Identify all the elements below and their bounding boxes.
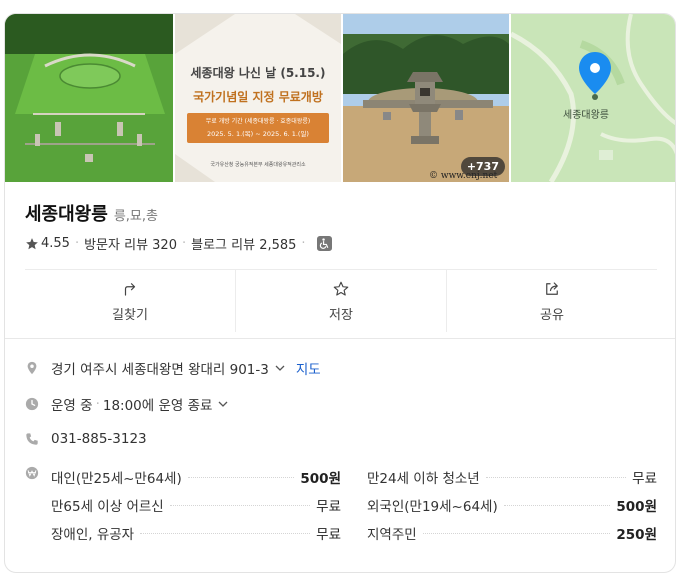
fee-value: 250원 bbox=[616, 527, 657, 543]
fee-item: 대인(만25세~만64세) 500원 bbox=[51, 467, 341, 487]
fee-value: 무료 bbox=[316, 527, 341, 543]
directions-label: 길찾기 bbox=[112, 307, 148, 323]
fee-value: 무료 bbox=[316, 499, 341, 515]
fee-label: 장애인, 유공자 bbox=[51, 527, 135, 543]
admission-fee-table: 대인(만25세~만64세) 500원 만24세 이하 청소년 무료 만65세 이… bbox=[51, 463, 657, 547]
blog-reviews-link[interactable]: 블로그 리뷰 2,585 bbox=[191, 234, 296, 253]
gallery-photo-2-poster[interactable]: 세종대왕 나신 날 (5.15.) 국가기념일 지정 무료개방 무료 개방 기간… bbox=[175, 14, 341, 182]
fee-label: 지역주민 bbox=[367, 527, 417, 543]
closing-time: 18:00에 운영 종료 bbox=[102, 398, 213, 414]
fee-label: 대인(만25세~만64세) bbox=[51, 471, 182, 487]
fee-value: 무료 bbox=[632, 471, 657, 487]
fee-leader-dots bbox=[187, 476, 295, 478]
fee-item: 지역주민 250원 bbox=[367, 523, 657, 543]
fee-leader-dots bbox=[169, 504, 311, 506]
fee-row: 장애인, 유공자 무료 지역주민 250원 bbox=[51, 519, 657, 547]
poster-footer: 국가유산청 궁능유적본부 세종대왕유적관리소 bbox=[210, 162, 306, 168]
action-bar: 길찾기 저장 공유 bbox=[25, 270, 657, 332]
place-meta: 4.55 · 방문자 리뷰 320 · 블로그 리뷰 2,585 · bbox=[25, 234, 332, 253]
fee-item: 외국인(만19세~64세) 500원 bbox=[367, 495, 657, 515]
gallery-photo-1[interactable] bbox=[5, 14, 173, 182]
share-icon bbox=[546, 281, 558, 295]
star-icon bbox=[26, 237, 38, 249]
map-link[interactable]: 지도 bbox=[296, 358, 321, 378]
poster-subtitle: 국가기념일 지정 무료개방 bbox=[193, 90, 323, 104]
map-place-label: 세종대왕릉 bbox=[563, 110, 609, 121]
fee-label: 만65세 이상 어르신 bbox=[51, 499, 164, 515]
divider bbox=[5, 338, 675, 339]
location-pin-icon bbox=[27, 361, 37, 375]
separator-dot: · bbox=[181, 236, 187, 251]
fee-item: 만65세 이상 어르신 무료 bbox=[51, 495, 341, 515]
gallery-photo-3[interactable]: © www.enj.net +737 bbox=[343, 14, 509, 182]
poster-title: 세종대왕 나신 날 (5.15.) bbox=[190, 66, 326, 80]
fee-leader-dots bbox=[140, 532, 311, 534]
address-row: 경기 여주시 세종대왕면 왕대리 901-3 지도 bbox=[25, 358, 321, 378]
hours-row: 운영 중 · 18:00에 운영 종료 bbox=[25, 394, 229, 414]
place-card: 세종대왕 나신 날 (5.15.) 국가기념일 지정 무료개방 무료 개방 기간… bbox=[4, 13, 676, 573]
more-photos-badge[interactable]: +737 bbox=[460, 157, 505, 176]
save-label: 저장 bbox=[329, 307, 353, 323]
chevron-down-icon[interactable] bbox=[274, 362, 286, 374]
fee-item: 만24세 이하 청소년 무료 bbox=[367, 467, 657, 487]
place-name[interactable]: 세종대왕릉 bbox=[25, 200, 108, 226]
save-button[interactable]: 저장 bbox=[235, 270, 446, 332]
fee-row: 만65세 이상 어르신 무료 외국인(만19세~64세) 500원 bbox=[51, 491, 657, 519]
poster-date-box: 무료 개방 기간 (세종대왕릉 · 효종대왕릉) 2025. 5. 1.(목) … bbox=[187, 113, 329, 143]
fee-leader-dots bbox=[485, 476, 627, 478]
fee-value: 500원 bbox=[300, 471, 341, 487]
place-category: 릉,묘,총 bbox=[113, 209, 158, 224]
separator-dot: · bbox=[95, 396, 100, 412]
share-button[interactable]: 공유 bbox=[446, 270, 657, 332]
fee-item: 장애인, 유공자 무료 bbox=[51, 523, 341, 543]
address-text: 경기 여주시 세종대왕면 왕대리 901-3 bbox=[51, 362, 269, 378]
directions-icon bbox=[124, 282, 136, 296]
clock-icon bbox=[25, 397, 39, 411]
poster-box-line1: 무료 개방 기간 (세종대왕릉 · 효종대왕릉) bbox=[205, 118, 311, 125]
phone-number[interactable]: 031-885-3123 bbox=[51, 431, 147, 447]
chevron-down-icon[interactable] bbox=[217, 398, 229, 410]
photo-gallery: 세종대왕 나신 날 (5.15.) 국가기념일 지정 무료개방 무료 개방 기간… bbox=[5, 14, 675, 182]
wheelchair-accessible-icon bbox=[316, 236, 332, 251]
fee-row: 대인(만25세~만64세) 500원 만24세 이하 청소년 무료 bbox=[51, 463, 657, 491]
gallery-map-thumbnail[interactable]: 세종대왕릉 bbox=[511, 14, 675, 182]
fee-leader-dots bbox=[503, 504, 611, 506]
fee-value: 500원 bbox=[616, 499, 657, 515]
separator-dot: · bbox=[301, 236, 306, 251]
fee-label: 만24세 이하 청소년 bbox=[367, 471, 480, 487]
poster-box-line2: 2025. 5. 1.(목) ~ 2025. 6. 1.(일) bbox=[207, 130, 309, 138]
open-status: 운영 중 bbox=[51, 398, 93, 414]
phone-row: 031-885-3123 bbox=[25, 431, 147, 447]
directions-button[interactable]: 길찾기 bbox=[25, 270, 235, 332]
share-label: 공유 bbox=[540, 307, 564, 323]
separator-dot: · bbox=[74, 236, 80, 251]
star-outline-icon bbox=[333, 281, 349, 296]
visitor-reviews-link[interactable]: 방문자 리뷰 320 bbox=[84, 234, 177, 253]
fee-leader-dots bbox=[422, 532, 611, 534]
phone-icon bbox=[26, 433, 38, 445]
place-title-row: 세종대왕릉 릉,묘,총 bbox=[25, 200, 158, 226]
rating-value: 4.55 bbox=[41, 236, 70, 251]
fee-label: 외국인(만19세~64세) bbox=[367, 499, 498, 515]
won-currency-icon bbox=[25, 466, 39, 480]
